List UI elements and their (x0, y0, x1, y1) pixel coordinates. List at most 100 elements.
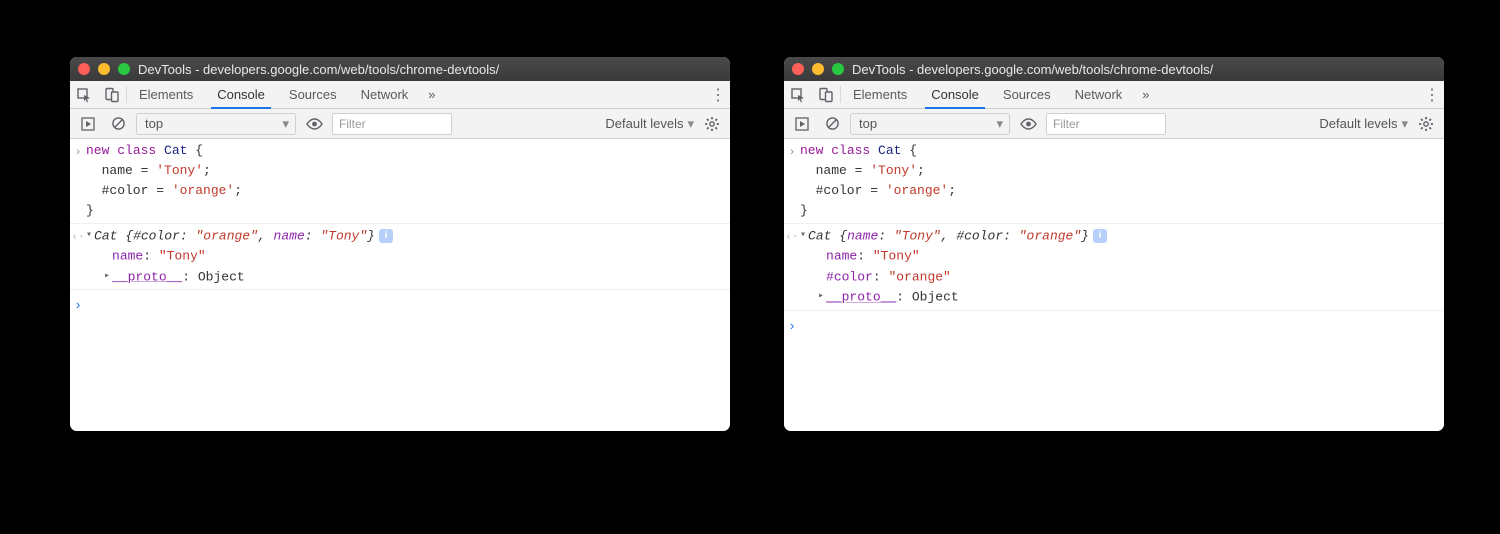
tab-network[interactable]: Network (349, 81, 421, 108)
tab-label: Network (361, 87, 409, 102)
tab-sources[interactable]: Sources (277, 81, 349, 108)
code-input: new class Cat { name = 'Tony'; #color = … (800, 141, 1438, 221)
object-summary-row[interactable]: ▾Cat {name: "Tony", #color: "orange"}i (800, 226, 1438, 246)
chevron-double-right-icon: » (428, 87, 435, 102)
more-tabs-button[interactable]: » (1134, 81, 1157, 108)
zoom-window-button[interactable] (118, 63, 130, 75)
toggle-console-sidebar-button[interactable] (790, 113, 814, 135)
info-badge-icon[interactable]: i (379, 229, 393, 243)
minimize-window-button[interactable] (98, 63, 110, 75)
collapse-arrow-icon[interactable]: ▾ (800, 226, 806, 246)
context-label: top (859, 116, 877, 131)
stage: DevTools - developers.google.com/web/too… (0, 0, 1500, 534)
customize-devtools-button[interactable]: ⋮ (1420, 81, 1444, 108)
code-input: new class Cat { name = 'Tony'; #color = … (86, 141, 724, 221)
clear-console-button[interactable] (106, 113, 130, 135)
traffic-lights (78, 63, 130, 75)
console-output-row: ‹⋅▾Cat {#color: "orange", name: "Tony"}i… (70, 224, 730, 290)
traffic-lights (792, 63, 844, 75)
object-property-row[interactable]: ▸__proto__: Object (90, 267, 724, 287)
filter-placeholder: Filter (1053, 117, 1080, 131)
clear-console-button[interactable] (820, 113, 844, 135)
minimize-window-button[interactable] (812, 63, 824, 75)
output-marker-icon: ‹⋅ (784, 226, 800, 308)
info-badge-icon[interactable]: i (1093, 229, 1107, 243)
console-prompt-row[interactable]: › (784, 311, 1444, 341)
filter-input[interactable]: Filter (1046, 113, 1166, 135)
log-levels-selector[interactable]: Default levels ▾ (1319, 116, 1408, 132)
tab-console[interactable]: Console (205, 81, 277, 108)
toggle-device-toolbar-button[interactable] (812, 81, 840, 108)
tab-label: Console (931, 87, 979, 102)
more-tabs-button[interactable]: » (420, 81, 443, 108)
tab-sources[interactable]: Sources (991, 81, 1063, 108)
window-titlebar: DevTools - developers.google.com/web/too… (784, 57, 1444, 81)
tab-label: Elements (853, 87, 907, 102)
close-window-button[interactable] (792, 63, 804, 75)
object-property-row[interactable]: ▸name: "Tony" (804, 246, 1438, 266)
live-expression-button[interactable] (302, 113, 326, 135)
object-property-row[interactable]: ▸#color: "orange" (804, 267, 1438, 287)
object-children: ▸name: "Tony"▸__proto__: Object (86, 246, 724, 287)
console-prompt-input[interactable] (86, 294, 730, 316)
log-levels-selector[interactable]: Default levels ▾ (605, 116, 694, 132)
toggle-device-toolbar-button[interactable] (98, 81, 126, 108)
inspect-element-button[interactable] (70, 81, 98, 108)
object-summary-row[interactable]: ▾Cat {#color: "orange", name: "Tony"}i (86, 226, 724, 246)
tab-elements[interactable]: Elements (127, 81, 205, 108)
levels-label: Default levels (1319, 116, 1397, 131)
tab-label: Console (217, 87, 265, 102)
devtools-tabbar: Elements Console Sources Network » ⋮ (70, 81, 730, 109)
object-children: ▸name: "Tony"▸#color: "orange"▸__proto__… (800, 246, 1438, 307)
console-prompt-input[interactable] (800, 315, 1444, 337)
execution-context-selector[interactable]: top▾ (850, 113, 1010, 135)
chevron-double-right-icon: » (1142, 87, 1149, 102)
levels-label: Default levels (605, 116, 683, 131)
collapse-arrow-icon[interactable]: ▾ (86, 226, 92, 246)
tab-network[interactable]: Network (1063, 81, 1135, 108)
input-marker-icon: › (784, 141, 800, 221)
console-toolbar: top▾ Filter Default levels ▾ (784, 109, 1444, 139)
prompt-icon: › (784, 315, 800, 337)
window-title: DevTools - developers.google.com/web/too… (852, 62, 1213, 77)
object-property-row[interactable]: ▸__proto__: Object (804, 287, 1438, 307)
output-marker-icon: ‹⋅ (70, 226, 86, 287)
console-output-row: ‹⋅▾Cat {name: "Tony", #color: "orange"}i… (784, 224, 1444, 311)
tab-label: Sources (1003, 87, 1051, 102)
console-toolbar: top ▾ Filter Default levels ▾ (70, 109, 730, 139)
window-title: DevTools - developers.google.com/web/too… (138, 62, 499, 77)
object-property-row[interactable]: ▸name: "Tony" (90, 246, 724, 266)
console-prompt-row[interactable]: › (70, 290, 730, 320)
dropdown-icon: ▾ (282, 116, 289, 132)
inspect-element-button[interactable] (784, 81, 812, 108)
dropdown-icon: ▾ (1401, 116, 1408, 132)
tab-label: Elements (139, 87, 193, 102)
zoom-window-button[interactable] (832, 63, 844, 75)
close-window-button[interactable] (78, 63, 90, 75)
customize-devtools-button[interactable]: ⋮ (706, 81, 730, 108)
tab-label: Network (1075, 87, 1123, 102)
console-input-row: ›new class Cat { name = 'Tony'; #color =… (784, 139, 1444, 224)
context-label: top (145, 116, 163, 131)
toggle-console-sidebar-button[interactable] (76, 113, 100, 135)
devtools-window-left: DevTools - developers.google.com/web/too… (70, 57, 730, 431)
devtools-window-right: DevTools - developers.google.com/web/too… (784, 57, 1444, 431)
dropdown-icon: ▾ (687, 116, 694, 132)
execution-context-selector[interactable]: top ▾ (136, 113, 296, 135)
tab-label: Sources (289, 87, 337, 102)
devtools-tabbar: Elements Console Sources Network » ⋮ (784, 81, 1444, 109)
console-messages: ›new class Cat { name = 'Tony'; #color =… (70, 139, 730, 431)
live-expression-button[interactable] (1016, 113, 1040, 135)
filter-input[interactable]: Filter (332, 113, 452, 135)
console-settings-button[interactable] (700, 113, 724, 135)
tab-elements[interactable]: Elements (841, 81, 919, 108)
console-input-row: ›new class Cat { name = 'Tony'; #color =… (70, 139, 730, 224)
console-settings-button[interactable] (1414, 113, 1438, 135)
input-marker-icon: › (70, 141, 86, 221)
expand-arrow-icon[interactable]: ▸ (104, 267, 110, 287)
tab-console[interactable]: Console (919, 81, 991, 108)
console-messages: ›new class Cat { name = 'Tony'; #color =… (784, 139, 1444, 431)
window-titlebar: DevTools - developers.google.com/web/too… (70, 57, 730, 81)
expand-arrow-icon[interactable]: ▸ (818, 287, 824, 307)
filter-placeholder: Filter (339, 117, 366, 131)
